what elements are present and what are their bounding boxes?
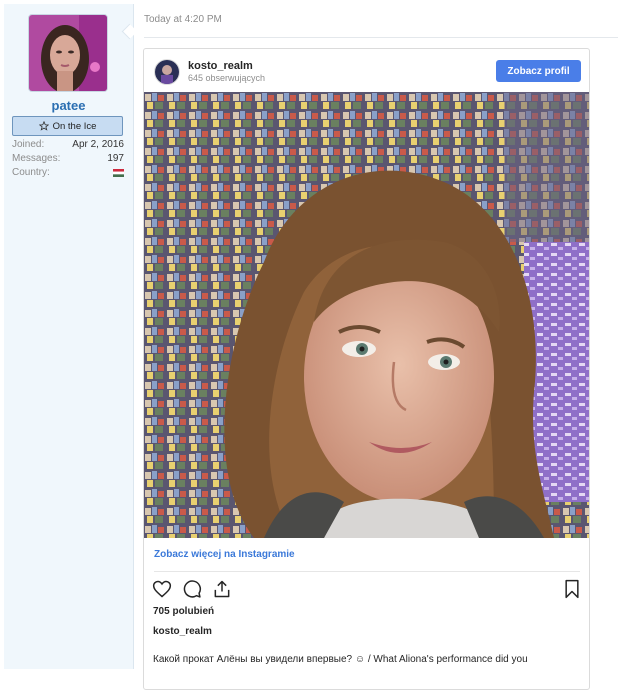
bookmark-icon[interactable]	[562, 579, 582, 599]
share-icon[interactable]	[212, 579, 232, 599]
divider	[154, 571, 580, 572]
messages-label: Messages:	[12, 153, 61, 164]
heart-icon[interactable]	[152, 579, 172, 599]
comment-icon[interactable]	[182, 579, 202, 599]
post-timestamp[interactable]: Today at 4:20 PM	[144, 14, 222, 25]
view-profile-button[interactable]: Zobacz profil	[496, 60, 581, 82]
stat-joined: Joined: Apr 2, 2016	[12, 139, 124, 150]
user-title-text: On the Ice	[52, 120, 97, 132]
action-icons	[152, 579, 232, 603]
joined-label: Joined:	[12, 139, 45, 150]
caption-text: Какой прокат Алёны вы увидели впервые? ☺…	[153, 654, 528, 665]
caption-handle[interactable]: kosto_realm	[153, 626, 212, 637]
joined-value: Apr 2, 2016	[72, 139, 124, 150]
instagram-avatar[interactable]	[154, 59, 180, 85]
country-label: Country:	[12, 167, 50, 178]
instagram-embed: kosto_realm 645 obserwujących Zobacz pro…	[143, 48, 590, 690]
likes-count: 705 polubień	[153, 606, 215, 617]
divider	[144, 37, 618, 38]
instagram-followers: 645 obserwujących	[188, 73, 266, 83]
messages-value[interactable]: 197	[107, 153, 124, 164]
instagram-photo[interactable]	[144, 92, 589, 538]
stat-country: Country:	[12, 167, 124, 178]
star-icon	[38, 121, 49, 131]
message-user-sidebar: patee On the Ice Joined: Apr 2, 2016 Mes…	[4, 4, 134, 669]
username[interactable]: patee	[4, 98, 133, 113]
stat-messages: Messages: 197	[12, 153, 124, 164]
hungary-flag-icon	[113, 169, 124, 177]
avatar[interactable]	[28, 14, 108, 92]
user-title-badge: On the Ice	[12, 116, 123, 136]
instagram-handle[interactable]: kosto_realm	[188, 60, 253, 72]
view-more-on-instagram-link[interactable]: Zobacz więcej na Instagramie	[154, 549, 295, 560]
